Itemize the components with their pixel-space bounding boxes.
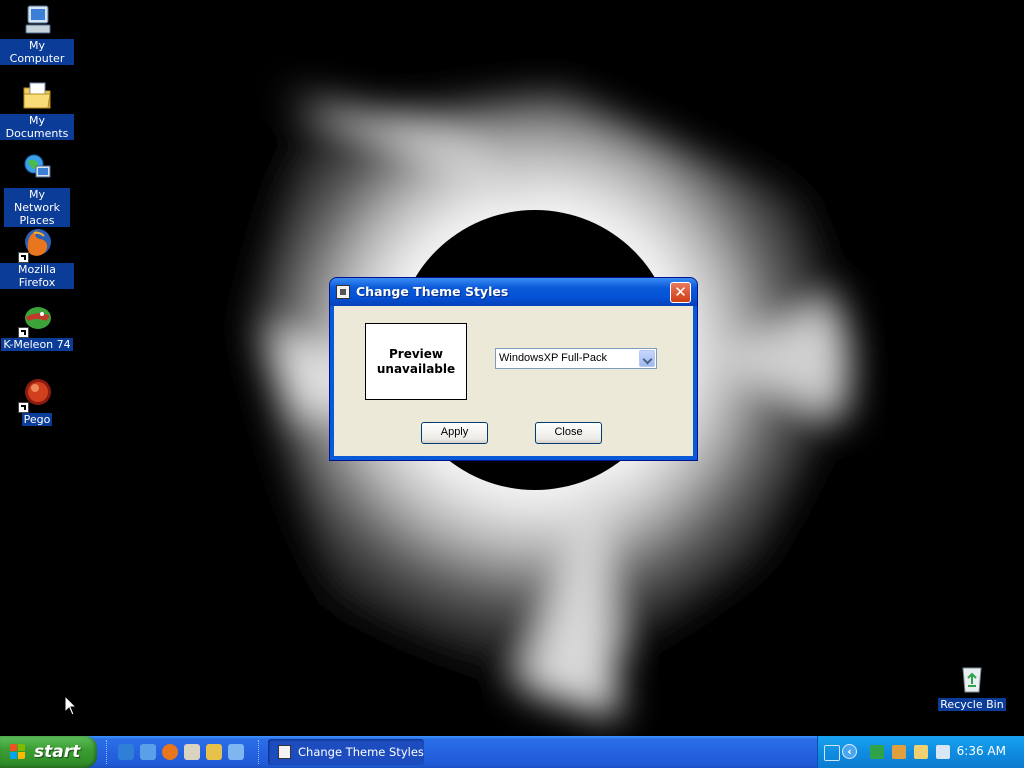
pego-icon: [18, 377, 54, 413]
mouse-cursor-icon: [64, 695, 78, 716]
notepad-icon[interactable]: [184, 744, 200, 760]
desktop-icon-label: My Documents: [0, 114, 74, 140]
desktop-icon-label: My Computer: [0, 39, 74, 65]
taskbar: start Change Theme Styles ‹ 6:36 AM: [0, 736, 1024, 768]
desktop-icon-label: K-Meleon 74: [1, 338, 73, 351]
outlook-express-icon[interactable]: [140, 744, 156, 760]
desktop-icon-label: Pego: [21, 413, 53, 426]
system-tray: ‹ 6:36 AM: [817, 736, 1024, 768]
network-tray-icon[interactable]: [824, 745, 840, 761]
windows-logo-icon: [10, 744, 26, 760]
tray-app-icon[interactable]: [892, 745, 906, 759]
recycle-bin-icon: [955, 662, 989, 696]
shortcut-arrow-icon: [18, 252, 29, 263]
firefox-icon: [18, 227, 54, 263]
show-hidden-icons-button[interactable]: ‹: [842, 744, 857, 759]
theme-style-select[interactable]: WindowsXP Full-Pack: [495, 348, 657, 369]
desktop-icon-pego[interactable]: Pego: [0, 377, 74, 426]
shortcut-arrow-icon: [18, 327, 29, 338]
start-button[interactable]: start: [0, 736, 97, 768]
desktop-icon-my-documents[interactable]: My Documents: [0, 78, 74, 140]
network-places-icon: [20, 152, 54, 186]
clock[interactable]: 6:36 AM: [957, 744, 1006, 758]
dialog-title: Change Theme Styles: [356, 284, 509, 299]
taskbar-button-label: Change Theme Styles: [298, 745, 424, 759]
dialog-title-bar[interactable]: Change Theme Styles ✕: [330, 278, 697, 306]
desktop-icon-my-network-places[interactable]: My Network Places: [0, 152, 74, 227]
dialog-client-area: Preview unavailable WindowsXP Full-Pack …: [334, 306, 693, 456]
document-icon: [278, 745, 291, 759]
taskbar-button-change-theme-styles[interactable]: Change Theme Styles: [268, 739, 424, 765]
messenger-icon[interactable]: [228, 744, 244, 760]
theme-select-value: WindowsXP Full-Pack: [499, 352, 607, 364]
chevron-down-icon[interactable]: [639, 350, 655, 367]
desktop-icon-k-meleon[interactable]: K-Meleon 74: [0, 302, 74, 351]
theme-preview-box: Preview unavailable: [365, 323, 467, 400]
my-computer-icon: [20, 3, 54, 37]
firefox-quicklaunch-icon[interactable]: [162, 744, 178, 760]
taskbar-grip[interactable]: [258, 740, 262, 764]
document-icon: [336, 285, 350, 299]
my-documents-icon: [20, 78, 54, 112]
desktop-icon-mozilla-firefox[interactable]: Mozilla Firefox: [0, 227, 74, 289]
tray-app-icon[interactable]: [936, 745, 950, 759]
tray-app-icon[interactable]: [914, 745, 928, 759]
close-button[interactable]: Close: [535, 422, 602, 444]
change-theme-styles-dialog[interactable]: Change Theme Styles ✕ Preview unavailabl…: [330, 278, 697, 460]
search-icon[interactable]: [206, 744, 222, 760]
quick-launch-grip[interactable]: [106, 740, 110, 764]
desktop-icon-recycle-bin[interactable]: Recycle Bin: [935, 662, 1009, 711]
k-meleon-icon: [18, 302, 54, 338]
shortcut-arrow-icon: [18, 402, 29, 413]
desktop[interactable]: My Computer My Documents My Network Plac…: [0, 0, 1024, 736]
desktop-icon-label: My Network Places: [4, 188, 70, 227]
desktop-icon-label: Recycle Bin: [938, 698, 1006, 711]
start-label: start: [34, 742, 81, 762]
desktop-icon-label: Mozilla Firefox: [0, 263, 74, 289]
preview-unavailable-text: Preview unavailable: [376, 346, 456, 376]
desktop-icon-my-computer[interactable]: My Computer: [0, 3, 74, 65]
tray-app-icon[interactable]: [870, 745, 884, 759]
internet-explorer-icon[interactable]: [118, 744, 134, 760]
apply-button[interactable]: Apply: [421, 422, 488, 444]
close-window-button[interactable]: ✕: [670, 282, 691, 303]
